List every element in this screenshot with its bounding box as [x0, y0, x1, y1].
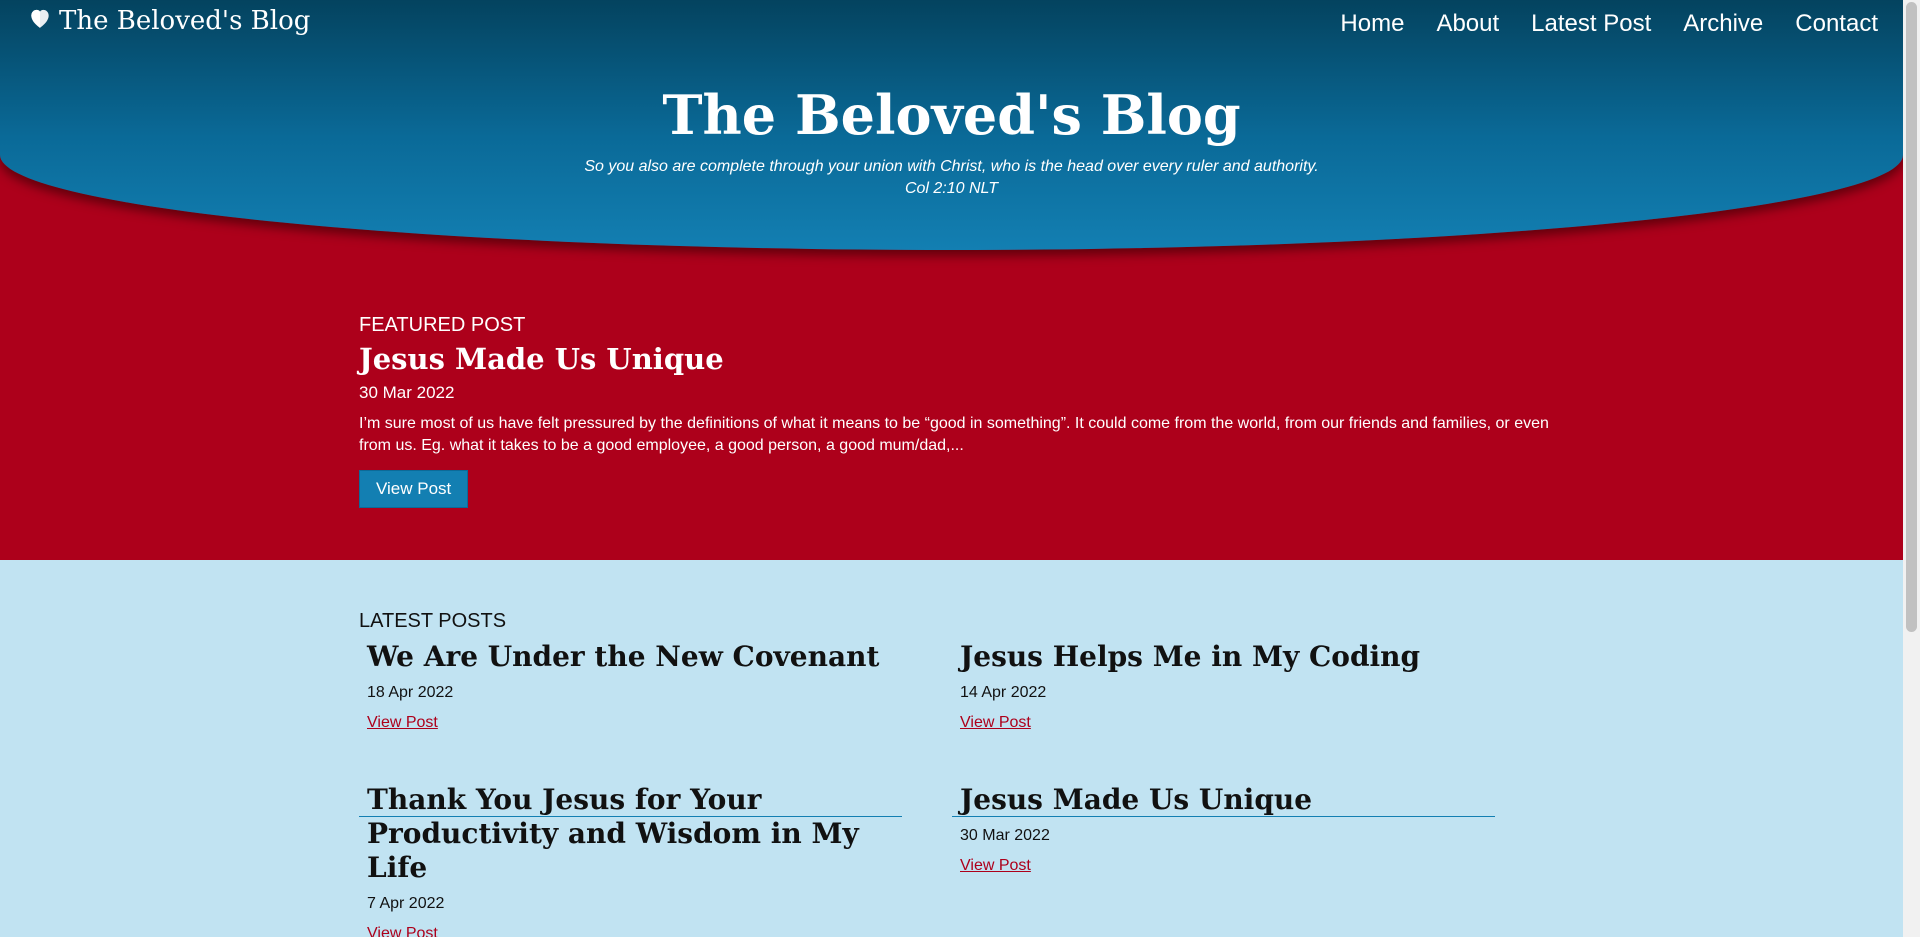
site-header: The Beloved's Blog Home About Latest Pos… [0, 0, 1903, 250]
featured-date: 30 Mar 2022 [359, 383, 455, 402]
post-view-link[interactable]: View Post [367, 923, 438, 937]
scrollbar-thumb[interactable] [1906, 2, 1917, 632]
post-date: 30 Mar 2022 [960, 827, 1050, 844]
nav-archive[interactable]: Archive [1683, 8, 1763, 40]
post-view-link[interactable]: View Post [367, 712, 438, 734]
nav-latest-post[interactable]: Latest Post [1531, 8, 1651, 40]
post-title[interactable]: Jesus Helps Me in My Coding [960, 640, 1495, 674]
main-nav: Home About Latest Post Archive Contact [1340, 8, 1878, 40]
brand-title: The Beloved's Blog [59, 6, 311, 36]
post-title[interactable]: We Are Under the New Covenant [367, 640, 902, 674]
latest-posts-section: LATEST POSTS We Are Under the New Covena… [0, 560, 1903, 937]
top-navigation: The Beloved's Blog Home About Latest Pos… [0, 0, 1903, 50]
verse-reference: Col 2:10 NLT [904, 180, 999, 197]
verse-text: So you also are complete through your un… [584, 158, 1319, 175]
post-card: Thank You Jesus for Your Productivity an… [359, 783, 902, 937]
brand-link[interactable]: The Beloved's Blog [27, 6, 310, 36]
post-title[interactable]: Thank You Jesus for Your Productivity an… [367, 783, 902, 885]
vertical-scrollbar[interactable] [1903, 0, 1920, 937]
post-date: 7 Apr 2022 [367, 895, 445, 912]
featured-post: FEATURED POST Jesus Made Us Unique 30 Ma… [359, 312, 1549, 508]
nav-home[interactable]: Home [1340, 8, 1404, 40]
post-card: Jesus Made Us Unique 30 Mar 2022 View Po… [952, 783, 1495, 937]
featured-title[interactable]: Jesus Made Us Unique [359, 340, 1549, 378]
post-title[interactable]: Jesus Made Us Unique [960, 783, 1495, 817]
nav-about[interactable]: About [1436, 8, 1499, 40]
featured-view-post-button[interactable]: View Post [359, 470, 469, 508]
post-date: 18 Apr 2022 [367, 684, 454, 701]
featured-label: FEATURED POST [359, 314, 526, 336]
featured-excerpt: I’m sure most of us have felt pressured … [359, 415, 1549, 454]
post-date: 14 Apr 2022 [960, 684, 1047, 701]
post-view-link[interactable]: View Post [960, 712, 1031, 734]
hero-verse: So you also are complete through your un… [0, 156, 1903, 200]
post-view-link[interactable]: View Post [960, 855, 1031, 877]
heart-icon [31, 9, 49, 28]
nav-contact[interactable]: Contact [1795, 8, 1878, 40]
latest-posts-label: LATEST POSTS [359, 610, 507, 632]
hero-title: The Beloved's Blog [662, 83, 1241, 147]
